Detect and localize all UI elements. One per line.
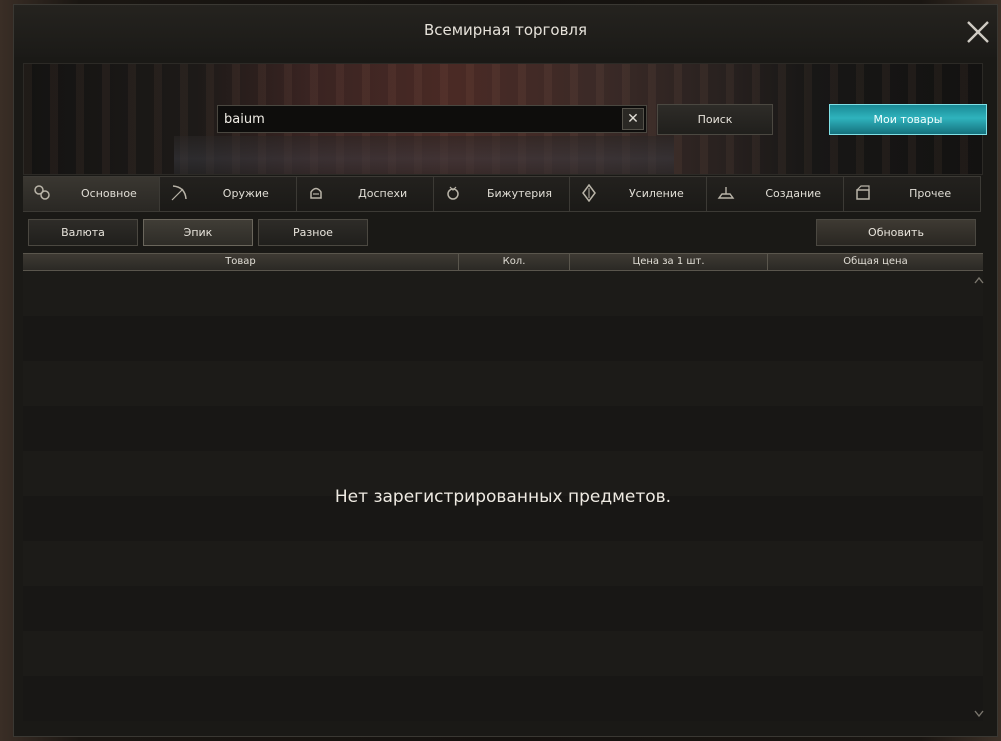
tab-label: Основное bbox=[81, 187, 137, 200]
craft-icon bbox=[717, 187, 735, 199]
search-button[interactable]: Поиск bbox=[657, 104, 773, 135]
banner-background-art bbox=[174, 136, 674, 174]
tab-weapons[interactable]: Оружие bbox=[159, 177, 297, 211]
empty-message: Нет зарегистрированных предметов. bbox=[334, 487, 672, 507]
tab-armor[interactable]: Доспехи bbox=[296, 177, 434, 211]
tab-other[interactable]: Прочее bbox=[844, 177, 982, 211]
subtab-currency[interactable]: Валюта bbox=[28, 219, 138, 246]
tab-label: Усиление bbox=[628, 187, 684, 200]
tab-craft[interactable]: Создание bbox=[707, 177, 845, 211]
search-input[interactable] bbox=[222, 109, 626, 129]
clear-search-button[interactable]: ✕ bbox=[622, 108, 644, 130]
results-table-body: Нет зарегистрированных предметов. bbox=[23, 271, 985, 721]
tab-label: Бижутерия bbox=[486, 187, 553, 200]
scroll-up-icon[interactable] bbox=[973, 275, 985, 285]
tab-label: Оружие bbox=[222, 187, 269, 200]
table-header: Товар Кол. Цена за 1 шт. Общая цена bbox=[23, 253, 983, 271]
window-title: Всемирная торговля bbox=[423, 21, 588, 39]
column-header-quantity[interactable]: Кол. bbox=[459, 254, 570, 270]
column-header-item[interactable]: Товар bbox=[23, 254, 459, 270]
category-tabs: Основное Оружие Доспехи Бижутерия Усилен… bbox=[23, 176, 982, 212]
box-icon bbox=[856, 185, 870, 200]
title-bar: Всемирная торговля bbox=[14, 5, 997, 57]
tab-main[interactable]: Основное bbox=[23, 177, 160, 211]
refresh-button[interactable]: Обновить bbox=[816, 219, 976, 246]
tab-label: Доспехи bbox=[358, 187, 408, 200]
main-icon bbox=[34, 185, 50, 200]
enhance-icon bbox=[582, 184, 597, 202]
jewelry-icon bbox=[446, 186, 459, 200]
my-items-button[interactable]: Мои товары bbox=[829, 104, 987, 135]
bow-icon bbox=[171, 185, 187, 201]
close-icon bbox=[967, 21, 989, 43]
column-header-total-price[interactable]: Общая цена bbox=[768, 254, 983, 270]
clear-icon: ✕ bbox=[627, 111, 639, 127]
scroll-down-icon[interactable] bbox=[973, 709, 985, 719]
close-button[interactable] bbox=[961, 15, 995, 49]
subtab-epic[interactable]: Эпик bbox=[143, 219, 253, 246]
tab-label: Создание bbox=[765, 187, 822, 200]
world-trade-window: Всемирная торговля ✕ Поиск Мои товары Ос… bbox=[13, 4, 998, 737]
tab-enhance[interactable]: Усиление bbox=[570, 177, 708, 211]
subtab-misc[interactable]: Разное bbox=[258, 219, 368, 246]
search-banner: ✕ Поиск Мои товары bbox=[23, 63, 987, 175]
tab-label: Прочее bbox=[909, 187, 952, 200]
helmet-icon bbox=[309, 187, 322, 199]
tab-jewelry[interactable]: Бижутерия bbox=[433, 177, 571, 211]
column-header-unit-price[interactable]: Цена за 1 шт. bbox=[570, 254, 768, 270]
search-field[interactable]: ✕ bbox=[217, 105, 647, 133]
